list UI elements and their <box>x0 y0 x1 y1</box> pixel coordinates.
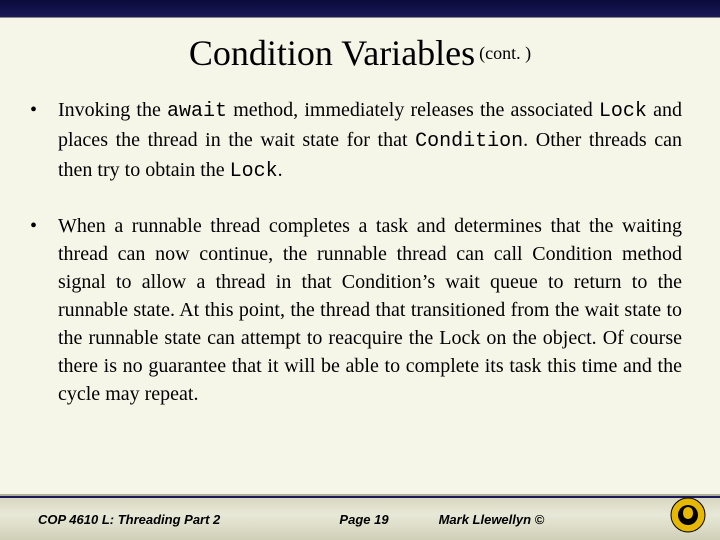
bullet-marker: • <box>30 96 58 186</box>
bullet-text: When a runnable thread completes a task … <box>58 212 682 408</box>
bullet-marker: • <box>30 212 58 408</box>
slide-title-cont: (cont. ) <box>479 43 531 63</box>
footer-page: Page 19 <box>319 512 408 527</box>
footer-course: COP 4610 L: Threading Part 2 <box>0 512 319 527</box>
bullet-text: Invoking the await method, immediately r… <box>58 96 682 186</box>
code-lock: Lock <box>599 100 647 123</box>
bullet-item: • When a runnable thread completes a tas… <box>30 212 682 408</box>
title-container: Condition Variables (cont. ) <box>0 32 720 74</box>
text-segment: . <box>278 159 283 181</box>
text-segment: method, immediately releases the associa… <box>227 99 599 121</box>
ucf-logo-icon <box>670 497 706 536</box>
code-lock: Lock <box>230 160 278 183</box>
bullet-item: • Invoking the await method, immediately… <box>30 96 682 186</box>
footer-bar: COP 4610 L: Threading Part 2 Page 19 Mar… <box>0 496 720 540</box>
header-bar <box>0 0 720 18</box>
text-segment: Invoking the <box>58 99 167 121</box>
code-await: await <box>167 100 227 123</box>
content-area: • Invoking the await method, immediately… <box>0 96 720 408</box>
slide-title: Condition Variables <box>189 33 475 73</box>
code-condition: Condition <box>415 130 523 153</box>
